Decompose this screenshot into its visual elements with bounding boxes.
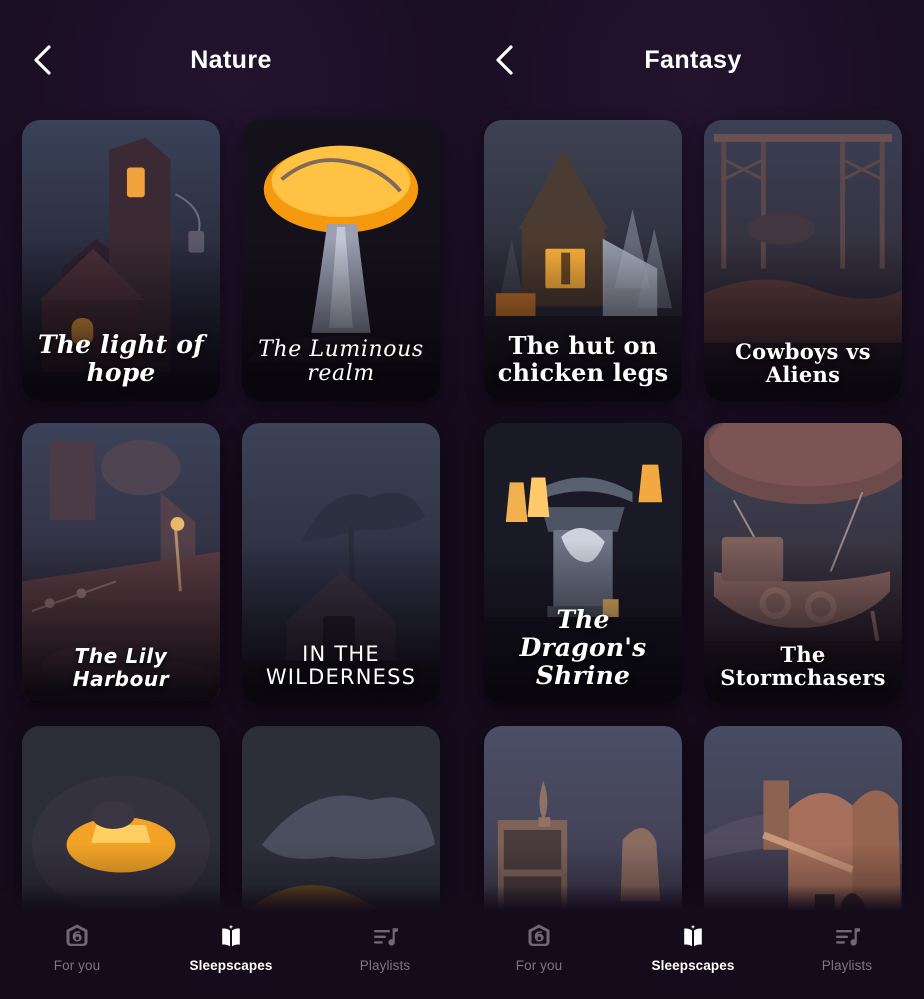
playlist-note-icon — [833, 923, 861, 951]
card-title: The Dragon's Shrine — [492, 606, 674, 690]
open-book-sparkle-icon — [217, 923, 245, 951]
card-title: Cowboys vs Aliens — [735, 338, 871, 388]
nav-item-sleepscapes[interactable]: Sleepscapes — [154, 923, 308, 973]
card-title: The Luminous realm — [258, 336, 424, 387]
nav-label: Sleepscapes — [651, 958, 735, 973]
card-in-the-wilderness[interactable]: IN THE WILDERNESS — [242, 423, 440, 704]
card-the-luminous-realm[interactable]: The Luminous realm — [242, 120, 440, 401]
card-the-dragons-shrine[interactable]: The Dragon's Shrine — [484, 423, 682, 704]
nav-label: Sleepscapes — [189, 958, 273, 973]
nav-item-for-you[interactable]: For you — [0, 923, 154, 973]
open-book-sparkle-icon — [679, 923, 707, 951]
card-title: The Lily Harbour — [72, 644, 170, 691]
card-the-hut-on-chicken-legs[interactable]: The hut on chicken legs — [484, 120, 682, 401]
nav-label: Playlists — [821, 958, 873, 973]
nav-item-playlists[interactable]: Playlists — [308, 923, 462, 973]
panel-fantasy: Fantasy The hut on chicken legs Cowboys … — [462, 0, 924, 999]
panel-nature: Nature The light of hope The Luminous re… — [0, 0, 462, 999]
nav-label: For you — [515, 958, 563, 973]
card-title-line: Shrine — [535, 661, 631, 690]
bottom-navigation-nature: For you Sleepscapes Playlists — [0, 885, 462, 999]
card-title-line: The Dragon's — [519, 605, 647, 662]
card-title: The Stormchasers — [720, 641, 886, 691]
nav-item-sleepscapes[interactable]: Sleepscapes — [616, 923, 770, 973]
card-the-light-of-hope[interactable]: The light of hope — [22, 120, 220, 401]
card-title-line: The hut on — [508, 331, 658, 361]
nav-label: Playlists — [359, 958, 411, 973]
card-title: IN THE WILDERNESS — [265, 641, 417, 690]
dual-screen-stage: Nature The light of hope The Luminous re… — [0, 0, 924, 999]
card-title: The light of hope — [37, 330, 205, 387]
card-cowboys-vs-aliens[interactable]: Cowboys vs Aliens — [704, 120, 902, 401]
page-title: Nature — [190, 45, 272, 74]
playlist-note-icon — [371, 923, 399, 951]
bottom-navigation-fantasy: For you Sleepscapes Playlists — [462, 885, 924, 999]
nav-label: For you — [53, 958, 101, 973]
card-title: The hut on chicken legs — [492, 331, 674, 388]
card-grid-fantasy: The hut on chicken legs Cowboys vs Alien… — [462, 120, 924, 999]
tag-six-icon — [63, 923, 91, 951]
nav-item-for-you[interactable]: For you — [462, 923, 616, 973]
card-title-line: chicken legs — [497, 358, 669, 388]
page-title: Fantasy — [644, 45, 742, 74]
header-fantasy: Fantasy — [462, 0, 924, 120]
card-grid-nature: The light of hope The Luminous realm The… — [0, 120, 462, 999]
header-nature: Nature — [0, 0, 462, 120]
nav-item-playlists[interactable]: Playlists — [770, 923, 924, 973]
card-the-stormchasers[interactable]: The Stormchasers — [704, 423, 902, 704]
card-the-lily-harbour[interactable]: The Lily Harbour — [22, 423, 220, 704]
tag-six-icon — [525, 923, 553, 951]
